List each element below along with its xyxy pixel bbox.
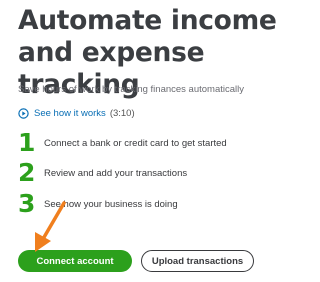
step-2: 2 Review and add your transactions xyxy=(18,160,187,186)
video-link-label[interactable]: See how it works xyxy=(34,108,106,119)
upload-transactions-button[interactable]: Upload transactions xyxy=(141,250,254,272)
video-duration: (3:10) xyxy=(109,108,135,119)
see-how-it-works-link[interactable]: See how it works (3:10) xyxy=(18,108,135,119)
connect-account-button[interactable]: Connect account xyxy=(18,250,132,272)
play-circle-icon xyxy=(18,108,29,119)
step-number: 2 xyxy=(18,158,36,187)
step-text: Review and add your transactions xyxy=(44,167,188,179)
step-number: 3 xyxy=(18,189,36,218)
step-1: 1 Connect a bank or credit card to get s… xyxy=(18,130,227,156)
page-subtitle: Save hours of work by tracking finances … xyxy=(18,84,244,95)
step-text: Connect a bank or credit card to get sta… xyxy=(44,137,227,149)
step-3: 3 See how your business is doing xyxy=(18,191,178,217)
step-number: 1 xyxy=(18,128,36,157)
step-text: See how your business is doing xyxy=(44,198,178,210)
